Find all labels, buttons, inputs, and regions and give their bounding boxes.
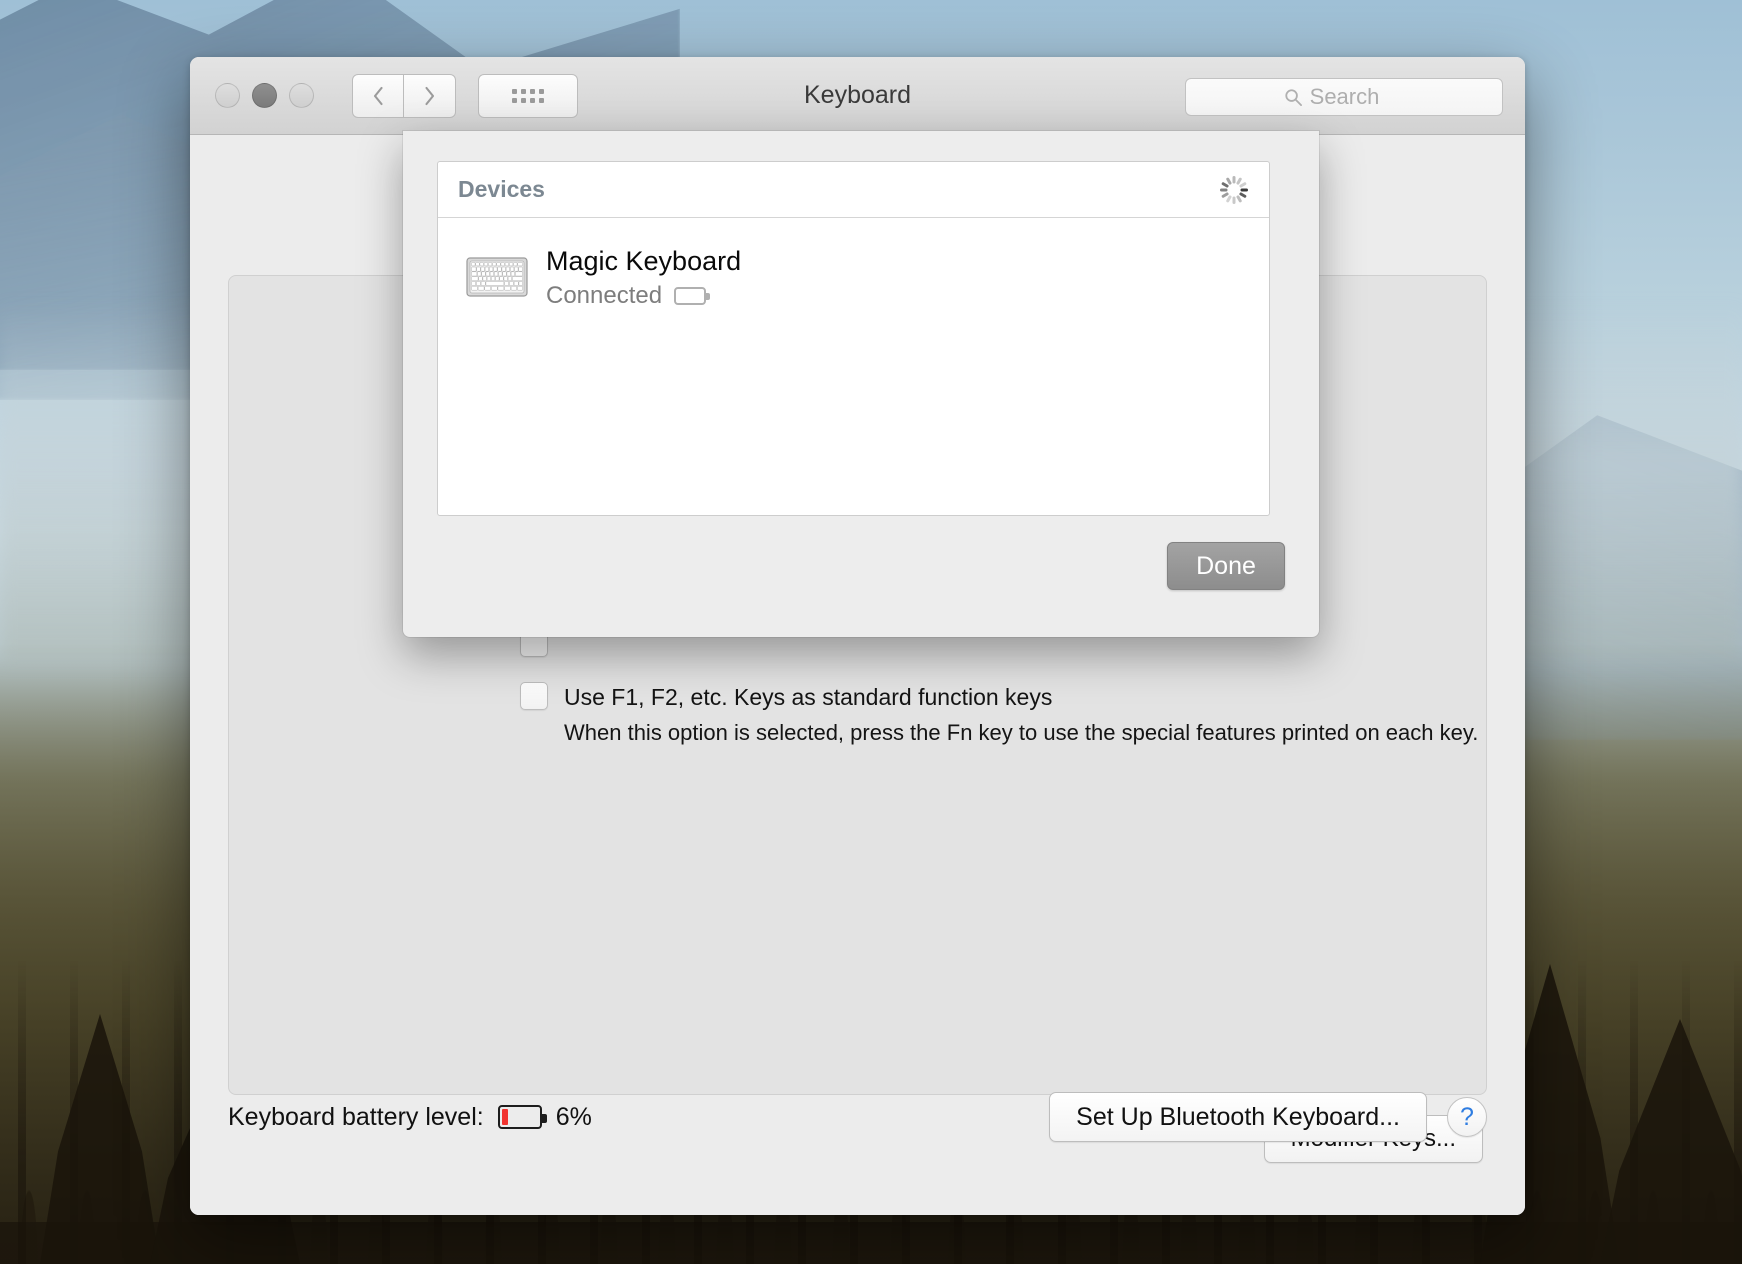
navigation-buttons	[352, 74, 456, 118]
forward-button[interactable]	[404, 74, 456, 118]
chevron-left-icon	[372, 86, 385, 106]
zoom-button[interactable]	[289, 83, 314, 108]
search-input[interactable]: Search	[1185, 78, 1503, 116]
help-button[interactable]: ?	[1447, 1097, 1487, 1137]
chevron-right-icon	[423, 86, 436, 106]
done-button[interactable]: Done	[1167, 542, 1285, 590]
progress-spinner-icon	[1217, 173, 1251, 207]
window-titlebar: Keyboard Search	[190, 57, 1525, 135]
battery-percent-value: 6%	[556, 1103, 592, 1132]
keyboard-icon	[466, 256, 528, 298]
option-row-fn-keys[interactable]: Use F1, F2, etc. Keys as standard functi…	[520, 682, 1478, 748]
device-name: Magic Keyboard	[546, 244, 741, 278]
keyboard-battery-status: Keyboard battery level: 6%	[228, 1103, 592, 1132]
back-button[interactable]	[352, 74, 404, 118]
search-placeholder: Search	[1199, 84, 1490, 110]
devices-list-box: Devices	[437, 161, 1270, 516]
option-checkbox-fn-keys[interactable]	[520, 682, 548, 710]
option-description-fn-keys: When this option is selected, press the …	[564, 718, 1478, 748]
device-list-item[interactable]: Magic Keyboard Connected	[438, 236, 1269, 318]
battery-low-icon	[498, 1105, 542, 1129]
search-icon	[1284, 88, 1303, 107]
traffic-light-controls	[215, 83, 314, 108]
sheet-footer: Done	[437, 516, 1285, 590]
device-status: Connected	[546, 282, 662, 310]
close-button[interactable]	[215, 83, 240, 108]
devices-list: Magic Keyboard Connected	[438, 218, 1269, 515]
device-status-row: Connected	[546, 282, 741, 310]
window-bottom-bar: Keyboard battery level: 6% Set Up Blueto…	[190, 1019, 1525, 1215]
battery-empty-icon	[674, 287, 706, 305]
devices-header: Devices	[438, 162, 1269, 218]
bluetooth-devices-sheet: Devices	[403, 131, 1319, 637]
battery-level-label: Keyboard battery level:	[228, 1103, 484, 1132]
device-info: Magic Keyboard Connected	[546, 244, 741, 310]
set-up-bluetooth-keyboard-button[interactable]: Set Up Bluetooth Keyboard...	[1049, 1092, 1427, 1142]
devices-header-title: Devices	[458, 176, 545, 203]
minimize-button[interactable]	[252, 83, 277, 108]
show-all-button[interactable]	[478, 74, 578, 118]
grid-dots-icon	[512, 89, 544, 103]
option-label-fn-keys: Use F1, F2, etc. Keys as standard functi…	[564, 682, 1478, 712]
